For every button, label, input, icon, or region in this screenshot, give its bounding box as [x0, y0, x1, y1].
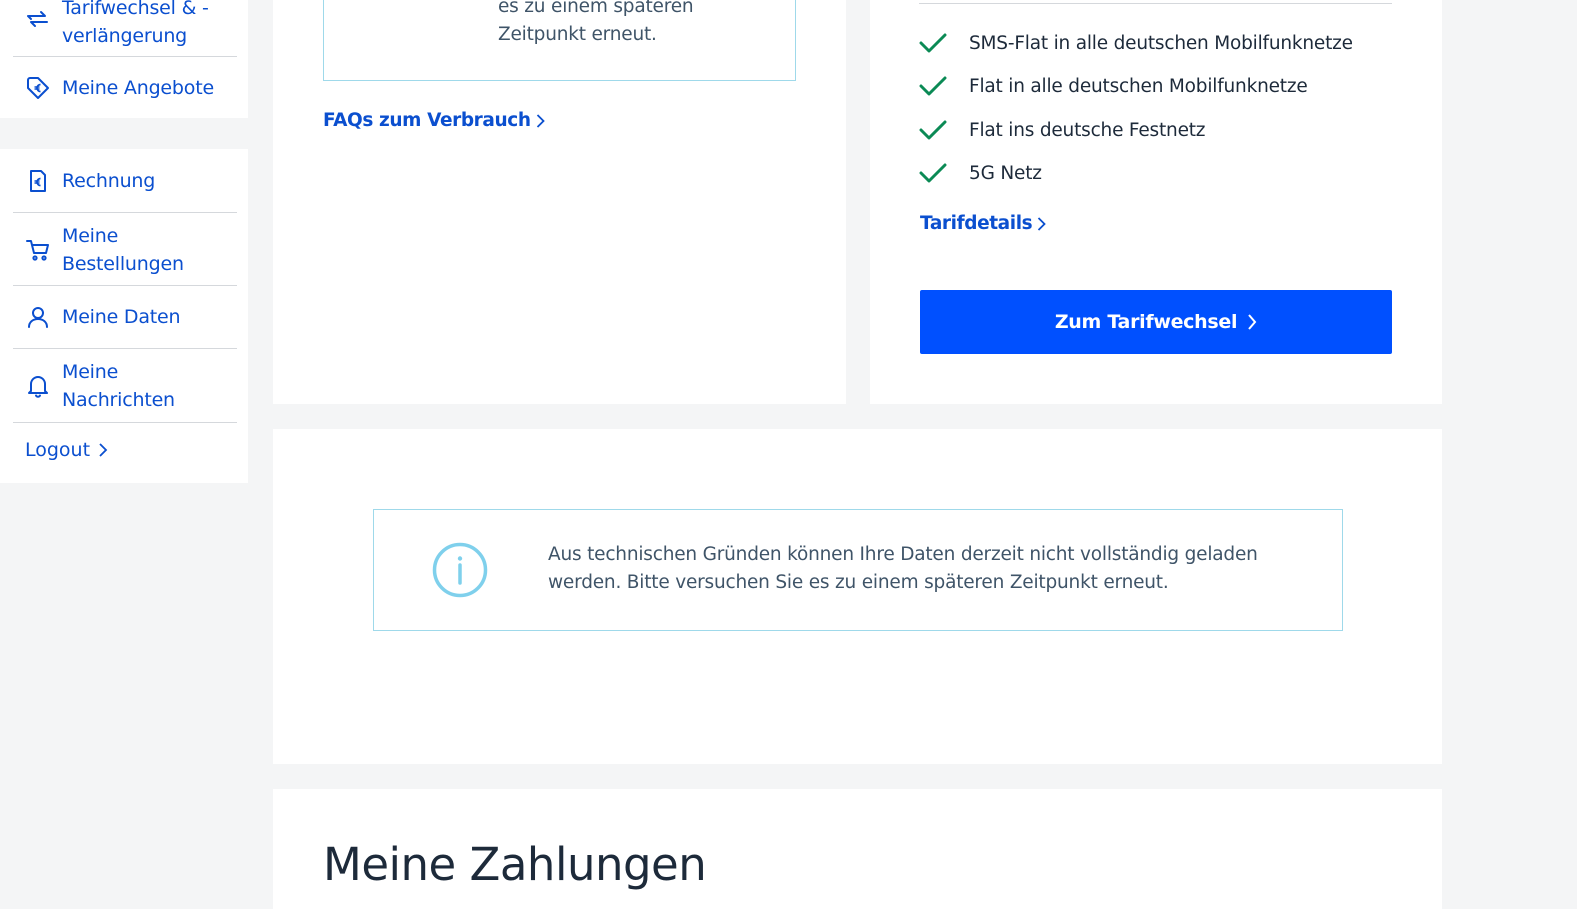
sidebar-item-tarifwechsel[interactable]: Tarifwechsel & - verlängerung [13, 0, 237, 52]
data-load-error-box: Aus technischen Gründen können Ihre Date… [373, 509, 1343, 631]
sidebar-item-label: verlängerung [62, 25, 188, 47]
sidebar-item-label: Meine Angebote [62, 77, 214, 99]
euro-document-icon [25, 168, 51, 194]
tariff-feature: SMS-Flat in alle deutschen Mobilfunknetz… [919, 28, 1353, 58]
divider [13, 56, 237, 57]
usage-error-line: Zeitpunkt erneut. [498, 24, 657, 45]
chevron-right-icon [536, 113, 545, 128]
sidebar-item-rechnung[interactable]: Rechnung [13, 162, 237, 202]
logout-link[interactable]: Logout [25, 439, 108, 461]
sidebar-item-label: Rechnung [62, 170, 156, 192]
checkmark-icon [919, 76, 947, 96]
checkmark-icon [919, 33, 947, 53]
usage-error-line: es zu einem späteren [498, 0, 694, 17]
sidebar-item-meine-daten[interactable]: Meine Daten [13, 298, 237, 338]
tariff-feature-label: Flat ins deutsche Festnetz [969, 119, 1206, 141]
divider [13, 285, 237, 286]
logout-label: Logout [25, 439, 91, 461]
sidebar-item-meine-angebote[interactable]: Meine Angebote [13, 70, 237, 106]
tariff-feature-label: SMS-Flat in alle deutschen Mobilfunknetz… [969, 32, 1353, 54]
sidebar-item-label: Nachrichten [62, 389, 175, 411]
person-icon [25, 304, 51, 330]
tariff-feature-label: 5G Netz [969, 162, 1042, 184]
info-icon [432, 542, 488, 598]
usage-error-box: es zu einem späteren Zeitpunkt erneut. [323, 0, 796, 81]
tarifdetails-label: Tarifdetails [920, 213, 1033, 234]
error-message-line: Aus technischen Gründen können Ihre Date… [548, 544, 1258, 565]
sidebar-item-label: Meine Daten [62, 306, 181, 328]
tariff-feature: 5G Netz [919, 158, 1042, 188]
sidebar-item-label: Tarifwechsel & - [62, 0, 209, 19]
tariff-feature: Flat ins deutsche Festnetz [919, 115, 1206, 145]
divider [13, 422, 237, 423]
zum-tarifwechsel-label: Zum Tarifwechsel [1054, 311, 1238, 333]
checkmark-icon [919, 120, 947, 140]
chevron-right-icon [1248, 314, 1257, 330]
checkmark-icon [919, 163, 947, 183]
chevron-right-icon [99, 443, 108, 457]
swap-arrows-icon [25, 6, 51, 32]
tariff-feature-label: Flat in alle deutschen Mobilfunknetze [969, 75, 1308, 97]
error-message-line: werden. Bitte versuchen Sie es zu einem … [548, 572, 1169, 593]
sidebar-item-label: Meine [62, 225, 119, 247]
chevron-right-icon [1038, 216, 1047, 231]
divider [13, 212, 237, 213]
tariff-feature: Flat in alle deutschen Mobilfunknetze [919, 71, 1308, 101]
sidebar-item-label: Meine [62, 361, 119, 383]
divider [13, 348, 237, 349]
bell-icon [25, 373, 51, 399]
sidebar-item-label: Bestellungen [62, 253, 184, 275]
faq-usage-link[interactable]: FAQs zum Verbrauch [323, 110, 545, 131]
cart-icon [25, 237, 51, 263]
tarifdetails-link[interactable]: Tarifdetails [920, 213, 1047, 234]
euro-tag-icon [25, 75, 51, 101]
sidebar-item-meine-bestellungen[interactable]: Meine Bestellungen [13, 220, 237, 280]
divider [919, 3, 1392, 4]
payments-title: Meine Zahlungen [323, 838, 707, 891]
faq-usage-label: FAQs zum Verbrauch [323, 110, 531, 131]
sidebar-item-meine-nachrichten[interactable]: Meine Nachrichten [13, 356, 237, 416]
zum-tarifwechsel-button[interactable]: Zum Tarifwechsel [920, 290, 1392, 354]
